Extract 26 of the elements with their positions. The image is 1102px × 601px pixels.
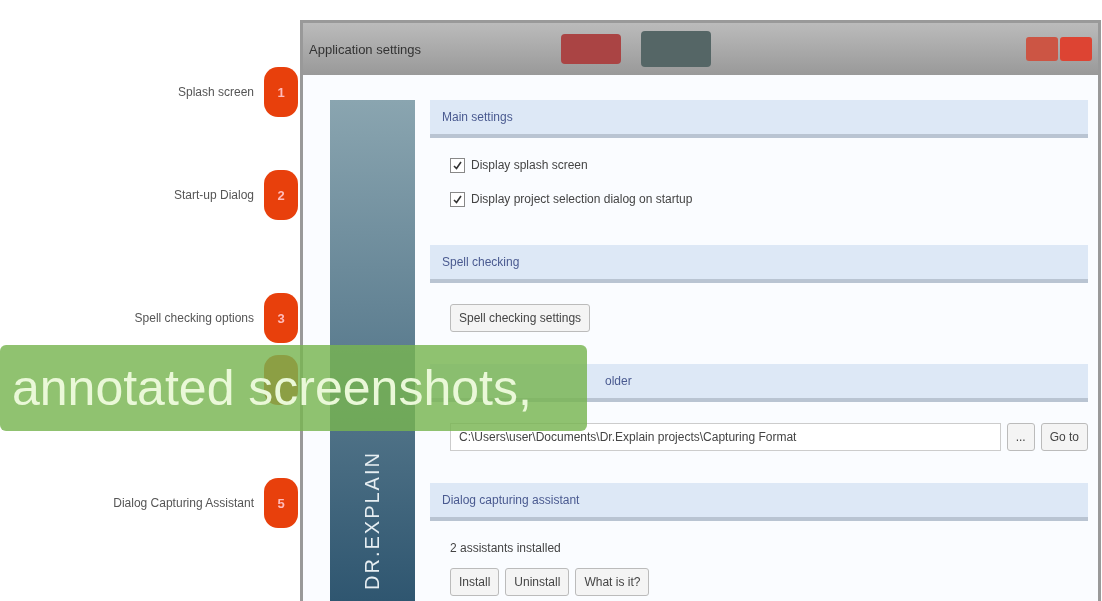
callout-label: Spell checking options (134, 311, 254, 325)
window-title: Application settings (309, 41, 421, 57)
browse-button[interactable]: ... (1006, 423, 1035, 451)
number-badge: 5 (264, 478, 298, 528)
logo-text: DR.EXPLAIN (361, 451, 384, 590)
action-button[interactable]: What is it? (575, 568, 650, 596)
section-header: Spell checking (430, 245, 1088, 283)
section-header: Main settings (430, 100, 1088, 138)
action-button[interactable]: Install (450, 568, 500, 596)
number-badge: 1 (264, 67, 298, 117)
caption-overlay: annotated screenshots, (0, 345, 587, 431)
settings-button[interactable]: Spell checking settings (450, 304, 591, 332)
checkbox[interactable] (450, 157, 465, 173)
number-badge: 3 (264, 293, 298, 343)
callout-label: Dialog Capturing Assistant (113, 496, 254, 510)
checkbox[interactable] (450, 191, 465, 207)
section-header: Dialog capturing assistant (430, 483, 1088, 521)
checkbox-label: Display project selection dialog on startup (471, 192, 693, 206)
callout-label: Start-up Dialog (173, 188, 254, 202)
browse-button[interactable]: Go to (1040, 423, 1088, 451)
status-text: 2 assistants installed (450, 541, 561, 555)
checkbox-label: Display splash screen (471, 158, 588, 172)
callout-label: Splash screen (177, 85, 254, 99)
action-button[interactable]: Uninstall (505, 568, 570, 596)
number-badge: 2 (264, 170, 298, 220)
path-field[interactable]: C:\Users\user\Documents\Dr.Explain projects\Capturing Format (450, 423, 1001, 451)
